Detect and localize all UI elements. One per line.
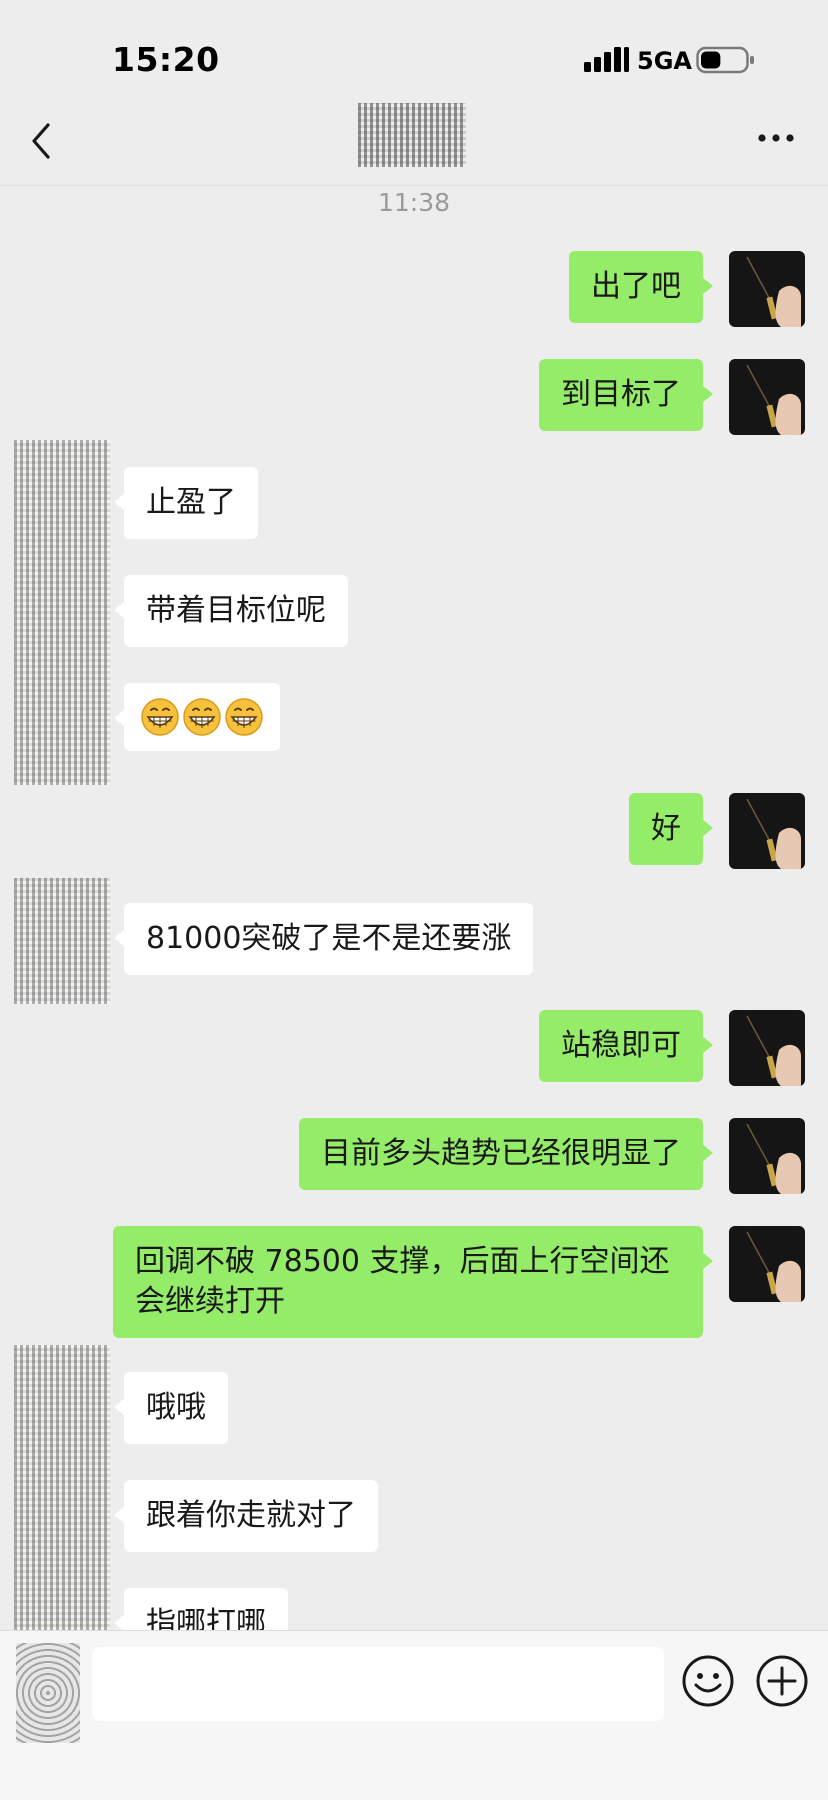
- my-avatar[interactable]: [729, 359, 805, 435]
- chevron-left-icon[interactable]: [26, 121, 56, 161]
- chat-title: [358, 103, 466, 167]
- voice-toggle[interactable]: [16, 1643, 80, 1743]
- signal-icon: [584, 47, 629, 72]
- more-dots-icon[interactable]: [756, 131, 796, 145]
- message-bubble-me[interactable]: 目前多头趋势已经很明显了: [299, 1118, 713, 1190]
- message-bubble-me[interactable]: 到目标了: [539, 359, 713, 431]
- friend-avatar[interactable]: [14, 878, 110, 1004]
- message-bubble-friend[interactable]: 哦哦: [114, 1372, 228, 1444]
- input-bar: [0, 1630, 828, 1800]
- message-bubble-friend[interactable]: 跟着你走就对了: [114, 1480, 378, 1552]
- my-avatar[interactable]: [729, 793, 805, 869]
- grin-emoji-icon: [183, 698, 221, 736]
- friend-avatar[interactable]: [14, 440, 110, 785]
- status-time: 15:20: [112, 40, 220, 79]
- message-timestamp: 11:38: [377, 188, 451, 217]
- network-label: 5GA: [637, 47, 692, 75]
- my-avatar[interactable]: [729, 251, 805, 327]
- friend-avatar[interactable]: [14, 1345, 110, 1630]
- message-bubble-friend[interactable]: [114, 683, 280, 751]
- message-input[interactable]: [92, 1647, 664, 1721]
- status-bar: 15:20 5GA: [0, 0, 828, 110]
- message-bubble-me[interactable]: 站稳即可: [539, 1010, 713, 1082]
- chat-screen: 15:20 5GA 11:38 出了吧 到目标了 止盈了 带着目标位呢 好 81…: [0, 0, 828, 1800]
- grin-emoji-icon: [141, 698, 179, 736]
- message-bubble-me[interactable]: 回调不破 78500 支撑，后面上行空间还会继续打开: [113, 1226, 713, 1338]
- battery-icon: [696, 46, 754, 74]
- message-bubble-me[interactable]: 出了吧: [569, 251, 713, 323]
- smiley-icon[interactable]: [680, 1653, 736, 1709]
- my-avatar[interactable]: [729, 1118, 805, 1194]
- emoji-group: [140, 697, 264, 737]
- message-bubble-me[interactable]: 好: [629, 793, 713, 865]
- message-bubble-friend[interactable]: 止盈了: [114, 467, 258, 539]
- message-bubble-friend[interactable]: 81000突破了是不是还要涨: [113, 903, 534, 975]
- plus-circle-icon[interactable]: [754, 1653, 810, 1709]
- nav-bar: [0, 95, 828, 186]
- my-avatar[interactable]: [729, 1010, 805, 1086]
- grin-emoji-icon: [225, 698, 263, 736]
- my-avatar[interactable]: [729, 1226, 805, 1302]
- message-bubble-friend[interactable]: 带着目标位呢: [114, 575, 348, 647]
